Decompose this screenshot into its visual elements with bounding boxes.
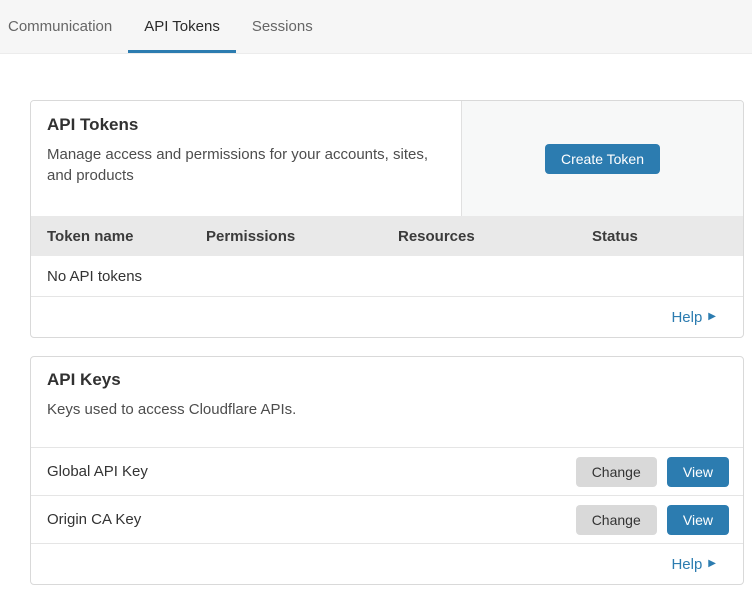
tab-communication[interactable]: Communication: [0, 0, 128, 53]
api-keys-title: API Keys: [47, 370, 727, 390]
column-header-permissions: Permissions: [206, 228, 398, 245]
tokens-help-link[interactable]: Help ▶: [671, 309, 716, 326]
key-row-label: Global API Key: [47, 463, 148, 480]
tokens-card-footer: Help ▶: [31, 297, 743, 337]
settings-tabbar: Communication API Tokens Sessions: [0, 0, 752, 54]
tab-sessions[interactable]: Sessions: [236, 0, 329, 53]
tab-label: API Tokens: [144, 18, 220, 35]
key-row-actions: Change View: [576, 505, 729, 535]
change-global-api-key-button[interactable]: Change: [576, 457, 657, 487]
help-link-label: Help: [671, 309, 702, 326]
change-origin-ca-key-button[interactable]: Change: [576, 505, 657, 535]
tab-api-tokens[interactable]: API Tokens: [128, 0, 236, 53]
api-tokens-title: API Tokens: [47, 115, 445, 135]
api-keys-card: API Keys Keys used to access Cloudflare …: [30, 356, 744, 585]
api-tokens-card-header: API Tokens Manage access and permissions…: [31, 101, 743, 216]
key-row-label: Origin CA Key: [47, 511, 141, 528]
view-global-api-key-button[interactable]: View: [667, 457, 729, 487]
column-header-resources: Resources: [398, 228, 592, 245]
tokens-table-header: Token name Permissions Resources Status: [31, 216, 743, 256]
column-header-status: Status: [592, 228, 743, 245]
api-tokens-card: API Tokens Manage access and permissions…: [30, 100, 744, 338]
keys-help-link[interactable]: Help ▶: [671, 556, 716, 573]
create-token-button[interactable]: Create Token: [545, 144, 660, 174]
tab-label: Sessions: [252, 18, 313, 35]
api-keys-description: Keys used to access Cloudflare APIs.: [47, 399, 437, 420]
api-tokens-header-text: API Tokens Manage access and permissions…: [31, 101, 461, 216]
api-tokens-action-panel: Create Token: [461, 101, 743, 216]
key-row-global-api-key: Global API Key Change View: [31, 447, 743, 495]
help-link-label: Help: [671, 556, 702, 573]
help-arrow-icon: ▶: [708, 559, 716, 569]
view-origin-ca-key-button[interactable]: View: [667, 505, 729, 535]
key-row-actions: Change View: [576, 457, 729, 487]
key-row-origin-ca-key: Origin CA Key Change View: [31, 495, 743, 543]
tokens-empty-message: No API tokens: [47, 268, 142, 285]
tokens-empty-row: No API tokens: [31, 256, 743, 297]
api-keys-card-header: API Keys Keys used to access Cloudflare …: [31, 357, 743, 447]
api-tokens-description: Manage access and permissions for your a…: [47, 144, 437, 186]
column-header-token-name: Token name: [31, 228, 206, 245]
help-arrow-icon: ▶: [708, 312, 716, 322]
tab-label: Communication: [8, 18, 112, 35]
keys-card-footer: Help ▶: [31, 543, 743, 584]
